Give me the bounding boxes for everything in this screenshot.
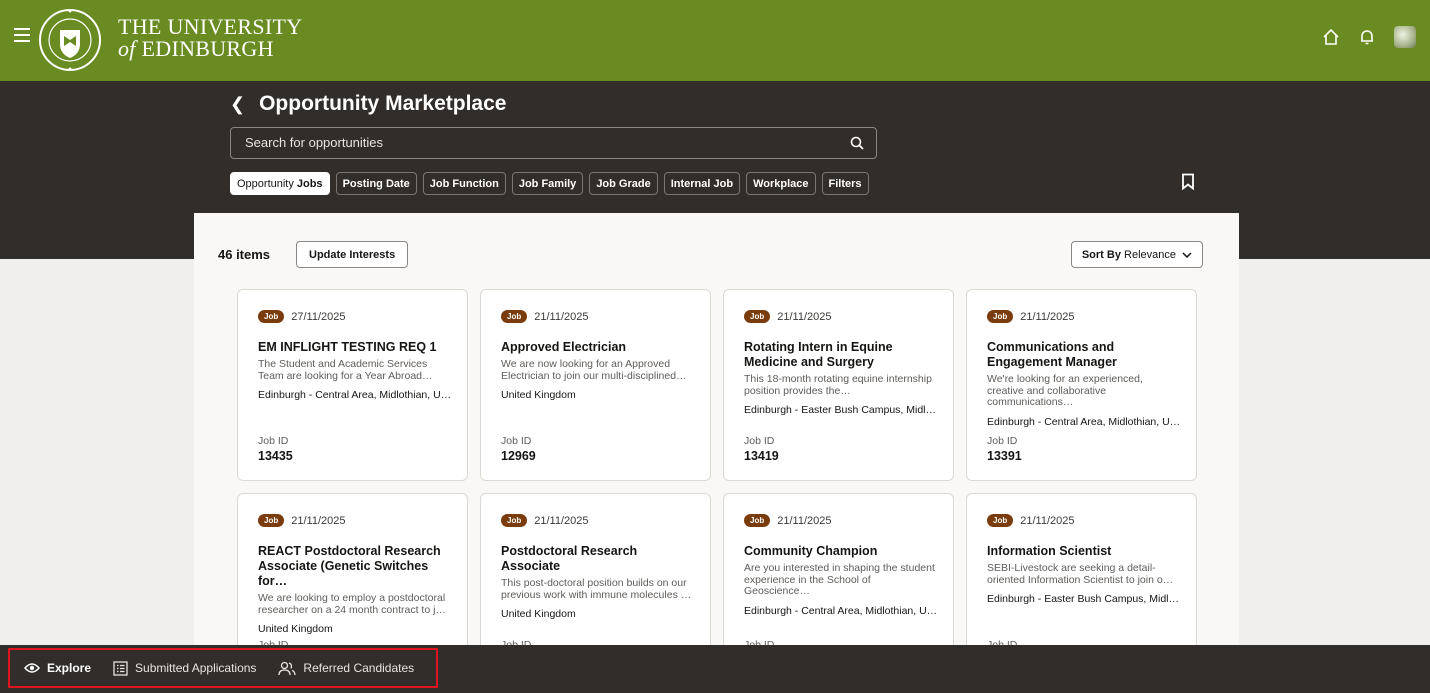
chip-filters[interactable]: Filters — [821, 172, 869, 195]
chip-prefix: Opportunity — [237, 177, 294, 190]
job-badge: Job — [987, 514, 1014, 527]
job-location: Edinburgh - Central Area, Midlothian, U… — [987, 415, 1181, 428]
search-input[interactable] — [243, 134, 847, 151]
brand-line-1: THE UNIVERSITY — [118, 14, 303, 39]
posting-date: 21/11/2025 — [1020, 514, 1075, 527]
brand-name: EDINBURGH — [135, 36, 274, 61]
job-title: Rotating Intern in Equine Medicine and S… — [744, 340, 893, 369]
job-description: SEBI-Livestock are seeking a detail-orie… — [987, 562, 1174, 586]
crest-logo[interactable] — [38, 4, 102, 76]
eye-icon — [24, 663, 40, 673]
job-badge: Job — [744, 514, 771, 527]
job-card[interactable]: Job 21/11/2025 Communications and Engagem… — [966, 289, 1197, 481]
back-icon[interactable]: ❮ — [230, 94, 245, 115]
update-interests-button[interactable]: Update Interests — [296, 241, 409, 268]
job-title: Information Scientist — [987, 544, 1112, 558]
job-badge: Job — [987, 310, 1014, 323]
sort-prefix: Sort By — [1081, 248, 1121, 261]
list-icon — [113, 660, 128, 676]
chip-internal-job[interactable]: Internal Job — [663, 172, 741, 195]
chip-opportunity-jobs[interactable]: Opportunity Jobs — [230, 172, 330, 195]
job-id: 13391 — [987, 449, 1022, 463]
filter-chips: Opportunity Jobs Posting Date Job Functi… — [230, 172, 869, 195]
job-description: This 18-month rotating equine internship… — [744, 373, 932, 397]
job-id: 13419 — [744, 449, 779, 463]
user-avatar[interactable] — [1394, 26, 1416, 48]
people-icon — [278, 661, 297, 675]
job-location: Edinburgh - Central Area, Midlothian, U… — [744, 604, 938, 617]
search-icon[interactable] — [850, 136, 864, 150]
bookmark-icon[interactable] — [1181, 173, 1195, 190]
job-card[interactable]: Job 21/11/2025 Rotating Intern in Equine … — [723, 289, 954, 481]
nav-submitted-label: Submitted Applications — [135, 661, 257, 675]
job-title: EM INFLIGHT TESTING REQ 1 — [258, 340, 437, 354]
chevron-down-icon — [1182, 251, 1192, 258]
top-bar: THE UNIVERSITY of EDINBURGH — [0, 0, 1430, 81]
job-description: Are you interested in shaping the studen… — [744, 562, 935, 597]
posting-date: 21/11/2025 — [291, 514, 346, 527]
bell-icon[interactable] — [1358, 28, 1376, 46]
brand-wordmark[interactable]: THE UNIVERSITY of EDINBURGH — [118, 16, 302, 60]
chip-job-function[interactable]: Job Function — [422, 172, 506, 195]
nav-explore[interactable]: Explore — [24, 661, 91, 675]
job-card[interactable]: Job 27/11/2025 EM INFLIGHT TESTING REQ 1 T… — [237, 289, 468, 481]
job-location: United Kingdom — [501, 389, 576, 401]
job-location: United Kingdom — [258, 623, 333, 635]
chip-workplace[interactable]: Workplace — [746, 172, 816, 195]
job-description: We're looking for an experienced, creati… — [987, 373, 1143, 408]
job-description: This post-doctoral position builds on ou… — [501, 577, 692, 601]
job-badge: Job — [258, 310, 285, 323]
job-badge: Job — [501, 310, 528, 323]
job-id-label: Job ID — [744, 435, 775, 447]
bottom-nav-highlighted: Explore Submitted Applications Referred … — [8, 648, 438, 688]
sort-dropdown[interactable]: Sort By Relevance — [1070, 241, 1203, 268]
posting-date: 21/11/2025 — [777, 310, 832, 323]
posting-date: 21/11/2025 — [1020, 310, 1075, 323]
chip-value: Jobs — [296, 177, 323, 190]
search-box — [230, 127, 877, 159]
results-count: 46 items — [218, 247, 271, 262]
job-id-label: Job ID — [258, 435, 289, 447]
job-location: United Kingdom — [501, 608, 576, 620]
job-card[interactable]: Job 21/11/2025 Approved Electrician We are… — [480, 289, 711, 481]
chip-job-family[interactable]: Job Family — [511, 172, 584, 195]
posting-date: 21/11/2025 — [777, 514, 832, 527]
home-icon[interactable] — [1322, 28, 1340, 46]
job-location: Edinburgh - Easter Bush Campus, Midl… — [744, 404, 936, 416]
job-description: The Student and Academic Services Team a… — [258, 358, 433, 382]
page-title: Opportunity Marketplace — [259, 92, 507, 115]
job-title: Approved Electrician — [501, 340, 627, 354]
posting-date: 27/11/2025 — [291, 310, 346, 323]
sort-value: Relevance — [1124, 248, 1176, 261]
job-description: We are now looking for an Approved Elect… — [501, 358, 687, 382]
job-description: We are looking to employ a postdoctoral … — [258, 592, 446, 616]
job-id-label: Job ID — [501, 435, 532, 447]
job-title: Community Champion — [744, 544, 878, 558]
posting-date: 21/11/2025 — [534, 514, 589, 527]
chip-job-grade[interactable]: Job Grade — [589, 172, 658, 195]
job-badge: Job — [501, 514, 528, 527]
bottom-bar: Explore Submitted Applications Referred … — [0, 645, 1430, 693]
menu-icon[interactable] — [14, 28, 30, 42]
job-id: 13435 — [258, 449, 293, 463]
job-title: Postdoctoral Research Associate — [501, 544, 638, 573]
nav-referred-candidates[interactable]: Referred Candidates — [278, 661, 414, 676]
job-id-label: Job ID — [987, 435, 1018, 447]
job-title: REACT Postdoctoral Research Associate (G… — [258, 544, 441, 588]
results-panel: 46 items Update Interests Sort By Releva… — [194, 213, 1239, 685]
job-id: 12969 — [501, 449, 536, 463]
brand-of: of — [118, 36, 136, 61]
nav-submitted-applications[interactable]: Submitted Applications — [113, 660, 257, 676]
chip-posting-date[interactable]: Posting Date — [335, 172, 417, 195]
job-title: Communications and Engagement Manager — [987, 340, 1117, 369]
nav-explore-label: Explore — [47, 661, 92, 675]
job-location: Edinburgh - Easter Bush Campus, Midl… — [987, 593, 1179, 605]
posting-date: 21/11/2025 — [534, 310, 589, 323]
job-badge: Job — [744, 310, 771, 323]
job-badge: Job — [258, 514, 285, 527]
job-location: Edinburgh - Central Area, Midlothian, U… — [258, 389, 452, 401]
nav-referred-label: Referred Candidates — [303, 661, 415, 675]
